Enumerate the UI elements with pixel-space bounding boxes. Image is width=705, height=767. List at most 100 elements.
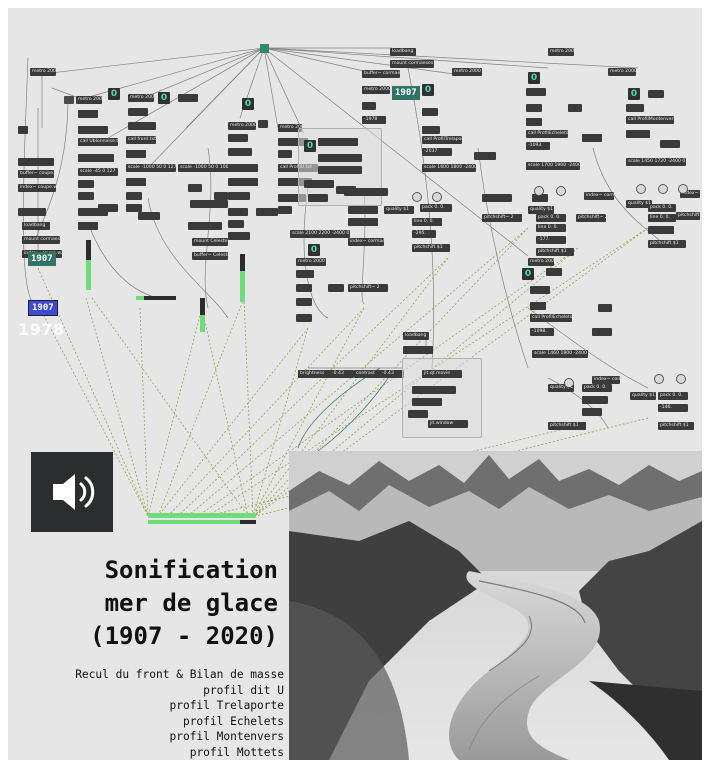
patch-object[interactable] [582,396,608,404]
gain-dial[interactable] [636,184,646,194]
patch-object[interactable] [228,178,258,186]
patch-object[interactable]: metro 2000 [128,94,154,102]
gain-dial[interactable] [412,192,422,202]
toggle[interactable]: 0 [628,88,640,100]
toggle[interactable]: 0 [528,72,540,84]
patch-object[interactable] [138,212,160,220]
patch-object[interactable] [408,410,428,418]
patch-object[interactable] [318,138,358,146]
gain-dial[interactable] [654,374,664,384]
toggle[interactable]: 0 [242,98,254,110]
patch-object[interactable] [228,164,258,172]
patch-object[interactable] [18,126,28,134]
patch-object[interactable] [348,218,378,226]
patch-object[interactable] [474,152,496,160]
gain-dial[interactable] [658,184,668,194]
patch-object[interactable]: scale 1460 1800 -2400 0 [532,350,588,358]
gain-dial[interactable] [556,186,566,196]
gain-dial[interactable] [564,378,574,388]
patch-object[interactable]: pitchshift~ 2 [676,212,700,220]
patch-object[interactable] [126,178,146,186]
patch-object[interactable] [178,94,198,102]
patch-object[interactable]: pitchshift $1 [536,248,574,256]
patch-object[interactable] [18,158,54,166]
patch-object[interactable] [546,268,562,276]
patch-object[interactable]: scale 1600 1800 -2400 0 [422,164,476,172]
patch-object[interactable]: -2037 [422,148,452,156]
patch-object[interactable]: call ProfilEchelets [526,130,568,138]
patch-object[interactable] [228,148,252,156]
patch-object[interactable] [336,186,356,194]
patch-object[interactable]: jit.window [428,420,468,428]
patch-object[interactable]: index~ cormaeses [584,192,614,200]
patch-object[interactable] [228,192,250,200]
patch-object[interactable] [278,150,292,158]
patch-object[interactable]: pack 0. 0. [648,204,676,212]
patch-object[interactable]: pitchshift $1 [648,240,686,248]
patch-object[interactable] [188,184,202,192]
patch-object[interactable]: -1093. [526,142,550,150]
patch-object[interactable] [526,88,546,96]
patch-object[interactable]: pitchshift~ 2 [348,284,388,292]
gain-dial[interactable] [534,186,544,196]
patch-object[interactable] [348,206,378,214]
patch-object[interactable]: -177. [536,236,566,244]
gain-dial[interactable] [676,374,686,384]
patch-object[interactable]: pitchshift~ 2 [576,214,606,222]
patch-object[interactable] [582,408,602,416]
patch-object[interactable]: pitchshift $1 [548,422,586,430]
patch-object[interactable]: pack 0. 0. [536,214,566,222]
patch-object[interactable] [78,154,114,162]
patch-object[interactable]: buffer~ cormaeses.wav [362,70,400,78]
patch-object[interactable]: metro 2000 [528,258,554,266]
patch-object[interactable] [526,118,542,126]
patch-object[interactable] [296,284,312,292]
patch-object[interactable]: quality $1 [528,206,554,214]
patch-object[interactable]: scale -45 0 127 [78,168,118,176]
patch-object[interactable] [78,110,98,118]
toggle[interactable]: 0 [308,244,320,256]
patch-object[interactable]: metro 2000 [228,122,256,130]
patch-object[interactable]: call Ublonnaise.txt [78,138,118,146]
patch-object[interactable] [648,226,674,234]
patch-object[interactable] [228,232,250,240]
patch-object[interactable] [304,180,334,188]
patch-object[interactable] [598,304,612,312]
patch-object[interactable] [78,126,108,134]
patch-object[interactable]: scale 2100 2200 -2400 0 [290,230,350,238]
max-patch-canvas[interactable]: metro 2000 buffer~ coupe.wav index~ coup… [8,8,702,760]
patch-object[interactable] [228,220,244,228]
patch-object[interactable] [660,140,680,148]
patch-object[interactable] [126,192,142,200]
patch-object[interactable]: loadbang [390,48,416,56]
patch-object[interactable]: metro 2000 [548,48,574,56]
patch-object[interactable]: -146. [658,404,688,412]
patch-object[interactable] [530,302,546,310]
patch-object[interactable] [362,102,376,110]
patch-object[interactable]: mount cormaeses.wav [390,60,434,68]
loadbang-button[interactable] [260,44,269,53]
patch-object[interactable]: loadbang [403,332,429,340]
patch-object[interactable] [126,204,142,212]
patch-object[interactable]: mount cormaeses.wav [22,236,60,244]
year-number-box-right[interactable]: 1907 [392,86,420,100]
patch-object[interactable]: pitchshift $1 [658,422,694,430]
patch-object[interactable]: metro 2000 [30,68,56,76]
patch-object[interactable] [228,134,248,142]
patch-object[interactable]: pack 0. 0. [582,384,612,392]
speaker-button[interactable] [31,452,113,532]
toggle[interactable]: 0 [522,268,534,280]
patch-object[interactable]: scale -1000 50 0 127 [126,164,176,172]
patch-object[interactable] [128,122,156,130]
brightness-number[interactable]: -0.43 [330,370,354,378]
patch-object[interactable]: metro 2000 [296,258,326,266]
patch-object[interactable]: metro 2000 [608,68,636,76]
patch-object[interactable] [318,154,362,162]
patch-object[interactable]: metro 2000 [76,96,102,104]
patch-object[interactable]: call front.txt [126,136,156,144]
patch-object[interactable] [412,398,442,406]
patch-object[interactable] [368,188,388,196]
patch-object[interactable] [582,134,602,142]
patch-object[interactable]: quality $1 [384,206,414,214]
toggle[interactable]: 0 [422,84,434,96]
